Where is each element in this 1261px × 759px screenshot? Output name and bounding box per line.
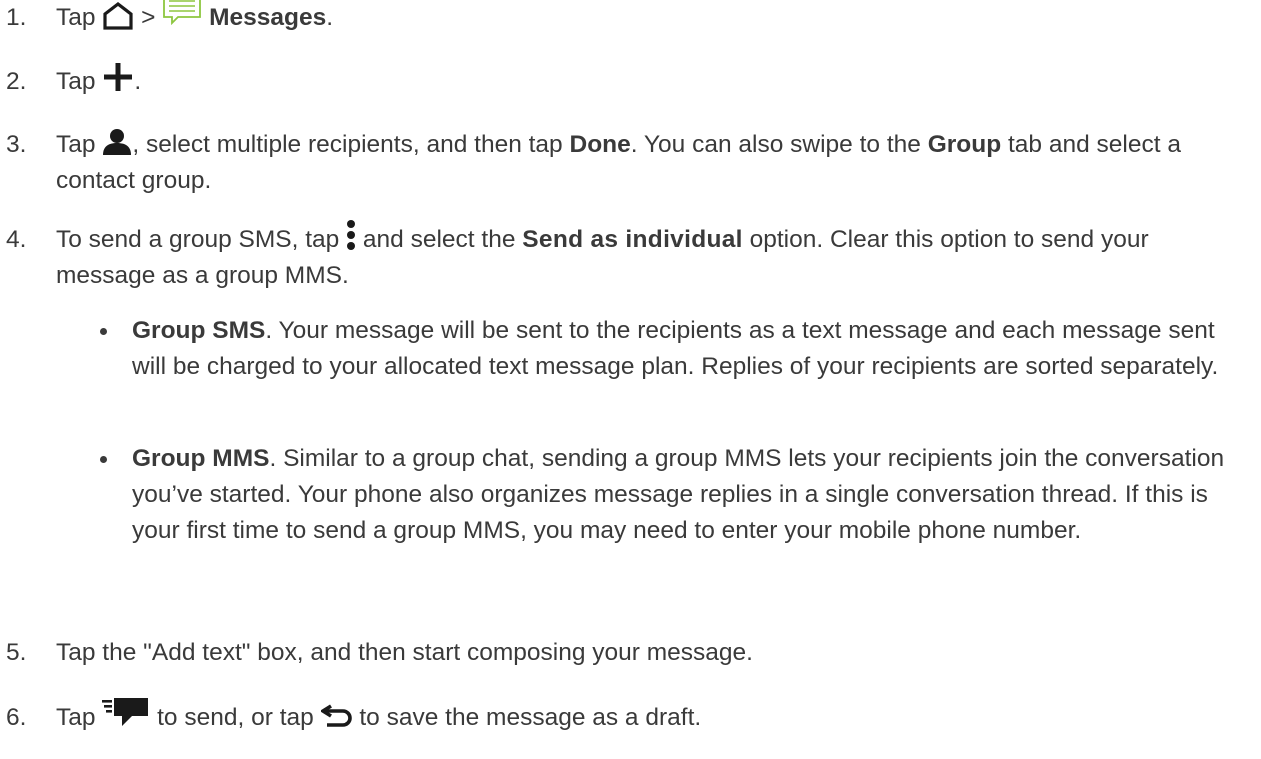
messages-label: Messages xyxy=(209,4,327,31)
bullet-text: Group MMS. Similar to a group chat, send… xyxy=(132,441,1241,549)
step-tap-text: Tap xyxy=(56,704,103,731)
done-label: Done xyxy=(569,131,631,158)
step-end-punct: . xyxy=(326,4,334,31)
list-item-group-mms: Group MMS. Similar to a group chat, send… xyxy=(96,441,1241,549)
group-label: Group xyxy=(927,131,1002,158)
step-text: To send a group SMS, tap and select the … xyxy=(56,219,1241,294)
step-3: 3. Tap , select multiple recipients, and… xyxy=(6,127,1241,199)
step-number: 3. xyxy=(6,131,27,158)
step-text: Tap , select multiple recipients, and th… xyxy=(56,127,1241,199)
document: 1. Tap > Messages. 2. Tap . 3. Tap , sel… xyxy=(0,0,1261,759)
send-as-individual-label: Send as individual xyxy=(522,226,743,253)
messages-app-icon xyxy=(162,0,202,25)
send-icon xyxy=(102,694,150,728)
step-number: 2. xyxy=(6,68,27,95)
step-text-part: , select multiple recipients, and then t… xyxy=(132,131,570,158)
person-icon xyxy=(102,128,132,156)
list-item-group-sms: Group SMS. Your message will be sent to … xyxy=(96,313,1241,385)
step-tap-text: Tap xyxy=(56,68,96,95)
bullet-description: . Similar to a group chat, sending a gro… xyxy=(132,445,1225,544)
step-separator: > xyxy=(141,4,156,31)
step-number: 1. xyxy=(6,4,27,31)
home-icon xyxy=(102,1,134,31)
bullet-text: Group SMS. Your message will be sent to … xyxy=(132,313,1241,385)
step-text: Tap > Messages. xyxy=(56,0,1241,36)
step-number: 5. xyxy=(6,639,27,666)
step-text-part: to save the message as a draft. xyxy=(352,704,702,731)
step-text-part: To send a group SMS, tap xyxy=(56,226,347,253)
bullet-term: Group SMS xyxy=(132,317,266,344)
step-text-part: and select the xyxy=(356,226,523,253)
step-2: 2. Tap . xyxy=(6,61,1241,100)
step-text-part: . You can also swipe to the xyxy=(630,131,928,158)
step-4: 4. To send a group SMS, tap and select t… xyxy=(6,219,1241,294)
step-text: Tap . xyxy=(56,61,1241,100)
bullet-description: . Your message will be sent to the recip… xyxy=(132,317,1219,380)
step-1: 1. Tap > Messages. xyxy=(6,0,1241,36)
step-number: 4. xyxy=(6,226,27,253)
step-6: 6. Tap to send, or tap to save the messa… xyxy=(6,697,1241,736)
step-text: Tap to send, or tap to save the message … xyxy=(56,697,1241,736)
step-text-part: to send, or tap xyxy=(150,704,321,731)
step-text: Tap the "Add text" box, and then start c… xyxy=(56,639,753,666)
step-5: 5. Tap the "Add text" box, and then star… xyxy=(6,635,1241,671)
step-tap-text: Tap xyxy=(56,131,96,158)
more-vertical-icon xyxy=(346,219,356,251)
step-number: 6. xyxy=(6,704,27,731)
step-tap-text: Tap xyxy=(56,4,96,31)
step-end-punct: . xyxy=(134,68,142,95)
plus-icon xyxy=(102,61,134,93)
bullet-term: Group MMS xyxy=(132,445,270,472)
back-icon xyxy=(320,703,353,729)
